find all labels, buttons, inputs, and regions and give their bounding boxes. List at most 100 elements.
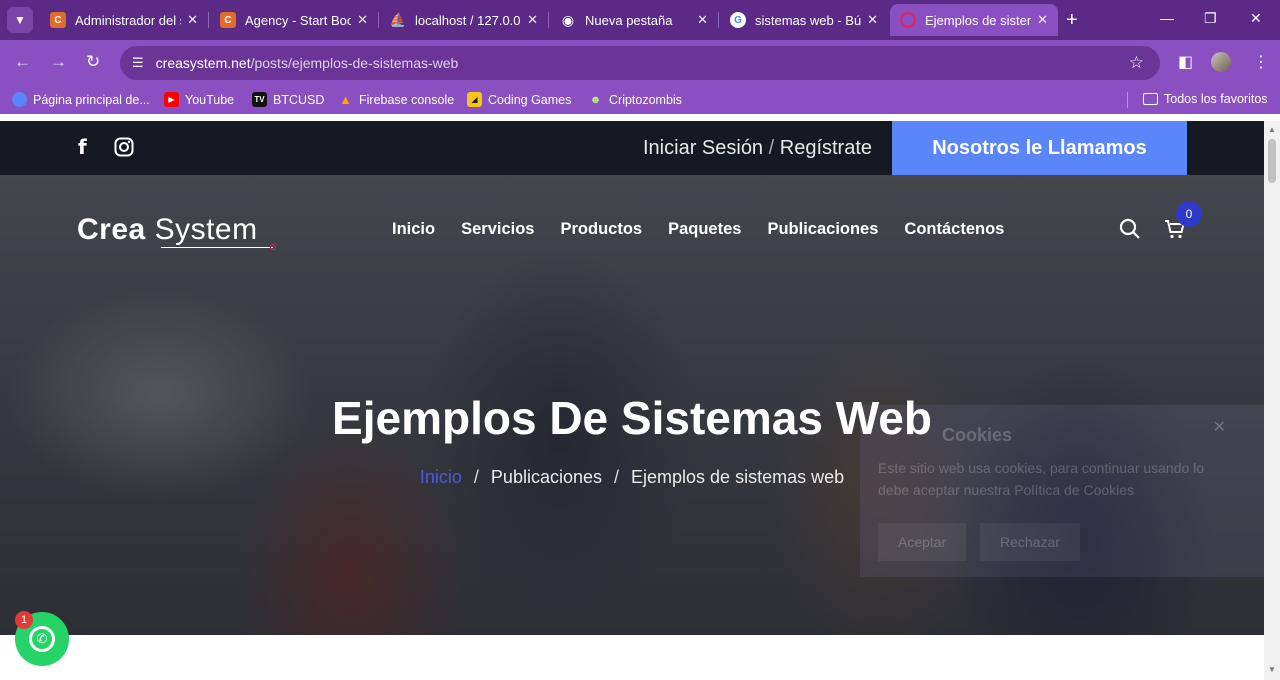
nav-item-inicio[interactable]: Inicio: [392, 220, 435, 239]
register-link[interactable]: Regístrate: [780, 137, 872, 159]
browser-tab-active[interactable]: Ejemplos de sistem ✕: [890, 4, 1058, 36]
scroll-down-arrow-icon[interactable]: ▼: [1268, 665, 1276, 674]
call-us-button[interactable]: Nosotros le Llamamos: [892, 121, 1187, 175]
breadcrumb: Inicio / Publicaciones / Ejemplos de sistema…: [0, 467, 1264, 488]
codeigniter-favicon-icon: C: [220, 12, 236, 28]
restore-icon[interactable]: ❐: [1204, 10, 1217, 27]
search-icon[interactable]: [1118, 217, 1142, 247]
tab-label: Nueva pestaña: [585, 12, 673, 28]
bookmark-item[interactable]: ◢ Coding Games: [467, 92, 571, 107]
back-arrow-icon[interactable]: ←: [14, 52, 31, 72]
breadcrumb-separator: /: [473, 467, 479, 487]
hero-banner: Crea System Inicio Servicios Productos P…: [0, 175, 1264, 635]
bookmark-star-icon[interactable]: ☆: [1129, 53, 1144, 73]
login-separator: /: [768, 137, 775, 159]
scroll-up-arrow-icon[interactable]: ▲: [1268, 125, 1276, 134]
site-info-icon[interactable]: ☰: [132, 55, 144, 71]
site-logo[interactable]: Crea System: [77, 213, 276, 250]
web-page: f Iniciar Sesión / Regístrate Nosotros l…: [0, 121, 1264, 680]
side-panel-icon[interactable]: ◧: [1178, 52, 1193, 72]
close-tab-icon[interactable]: ✕: [357, 12, 368, 28]
tab-divider: [208, 12, 209, 28]
close-tab-icon[interactable]: ✕: [697, 12, 708, 28]
bookmark-item[interactable]: ▲ Firebase console: [338, 92, 454, 107]
profile-avatar[interactable]: [1211, 52, 1231, 72]
bookmark-item[interactable]: Página principal de...: [12, 92, 150, 107]
chrome-favicon-icon: ◉: [561, 11, 575, 28]
tab-label: Ejemplos de sistem: [925, 12, 1032, 28]
whatsapp-icon: ✆: [29, 626, 55, 652]
tab-label: Administrador del s: [75, 12, 182, 28]
bookmark-label: BTCUSD: [273, 92, 325, 107]
facebook-icon[interactable]: f: [78, 135, 87, 159]
cookie-reject-button[interactable]: Rechazar: [980, 523, 1080, 561]
cart-count-badge: 0: [1176, 201, 1202, 227]
reload-icon[interactable]: ↻: [86, 52, 100, 72]
browser-tab[interactable]: ◉ Nueva pestaña ✕: [550, 4, 718, 36]
nav-item-contactenos[interactable]: Contáctenos: [904, 220, 1004, 239]
new-tab-plus-icon[interactable]: +: [1066, 9, 1078, 32]
close-window-icon[interactable]: ✕: [1250, 10, 1262, 27]
browser-tab[interactable]: C Administrador del s ✕: [40, 4, 208, 36]
breadcrumb-current: Ejemplos de sistemas web: [631, 467, 845, 487]
close-tab-icon[interactable]: ✕: [867, 12, 878, 28]
page-scrollbar[interactable]: ▲ ▼: [1264, 121, 1280, 680]
address-bar[interactable]: ☰ creasystem.net/posts/ejemplos-de-siste…: [120, 46, 1160, 80]
bookmark-label: Página principal de...: [33, 92, 150, 107]
forward-arrow-icon[interactable]: →: [50, 52, 67, 72]
logo-text-light: System: [154, 213, 258, 246]
browser-tab[interactable]: C Agency - Start Boo ✕: [210, 4, 378, 36]
logo-dot-icon: [270, 244, 276, 250]
phpmyadmin-favicon-icon: ⛵: [389, 12, 407, 27]
bookmark-item[interactable]: ☻ Criptozombis: [588, 92, 682, 107]
cookie-accept-button[interactable]: Aceptar: [878, 523, 967, 561]
breadcrumb-section-link[interactable]: Publicaciones: [491, 467, 602, 487]
instagram-icon[interactable]: [114, 137, 134, 163]
close-tab-icon[interactable]: ✕: [1037, 12, 1048, 28]
codeigniter-favicon-icon: C: [50, 12, 66, 28]
bookmark-label: Firebase console: [359, 92, 455, 107]
browser-tab[interactable]: ⛵ localhost / 127.0.0. ✕: [380, 4, 548, 36]
site-top-bar: f Iniciar Sesión / Regístrate Nosotros l…: [0, 121, 1264, 175]
folder-icon: [1143, 93, 1158, 105]
tab-label: Agency - Start Boo: [245, 12, 352, 28]
close-tab-icon[interactable]: ✕: [527, 12, 538, 28]
bookmarks-divider: [1127, 92, 1128, 108]
youtube-icon: ▶: [164, 92, 179, 107]
codingame-icon: ◢: [467, 92, 482, 107]
logo-text-bold: Crea: [77, 213, 146, 246]
close-tab-icon[interactable]: ✕: [187, 12, 198, 28]
nav-item-servicios[interactable]: Servicios: [461, 220, 534, 239]
tab-label: localhost / 127.0.0.: [415, 12, 522, 28]
bookmark-label: Criptozombis: [609, 92, 682, 107]
tab-divider: [548, 12, 549, 28]
nav-item-paquetes[interactable]: Paquetes: [668, 220, 741, 239]
main-nav: Inicio Servicios Productos Paquetes Publ…: [392, 220, 1004, 239]
tab-divider: [718, 12, 719, 28]
url-domain: creasystem.net: [155, 55, 251, 71]
tab-search-menu-icon[interactable]: ▼: [7, 7, 33, 33]
browser-tab[interactable]: G sistemas web - Bús ✕: [720, 4, 888, 36]
zombie-icon: ☻: [589, 93, 602, 106]
tab-divider: [378, 12, 379, 28]
more-menu-icon[interactable]: ⋮: [1253, 52, 1269, 72]
bookmarks-bar: Página principal de... ▶ YouTube TV BTCU…: [0, 86, 1280, 114]
nav-item-publicaciones[interactable]: Publicaciones: [767, 220, 878, 239]
tab-label: sistemas web - Bús: [755, 12, 862, 28]
bookmark-item[interactable]: ▶ YouTube: [164, 92, 234, 107]
page-title: Ejemplos De Sistemas Web: [332, 392, 932, 444]
tradingview-icon: TV: [252, 92, 267, 107]
bookmark-label: Coding Games: [488, 92, 572, 107]
all-bookmarks-label: Todos los favoritos: [1164, 92, 1268, 106]
breadcrumb-separator: /: [614, 467, 620, 487]
scrollbar-thumb[interactable]: [1268, 139, 1276, 183]
breadcrumb-home-link[interactable]: Inicio: [420, 467, 462, 487]
logo-underline: [161, 247, 273, 248]
whatsapp-notification-badge: 1: [15, 611, 33, 629]
nav-item-productos[interactable]: Productos: [560, 220, 642, 239]
bookmark-favicon-icon: [12, 92, 27, 107]
minimize-icon[interactable]: —: [1160, 10, 1174, 26]
login-link[interactable]: Iniciar Sesión: [643, 137, 763, 159]
bookmark-item[interactable]: TV BTCUSD: [252, 92, 324, 107]
all-bookmarks[interactable]: Todos los favoritos: [1143, 92, 1268, 106]
